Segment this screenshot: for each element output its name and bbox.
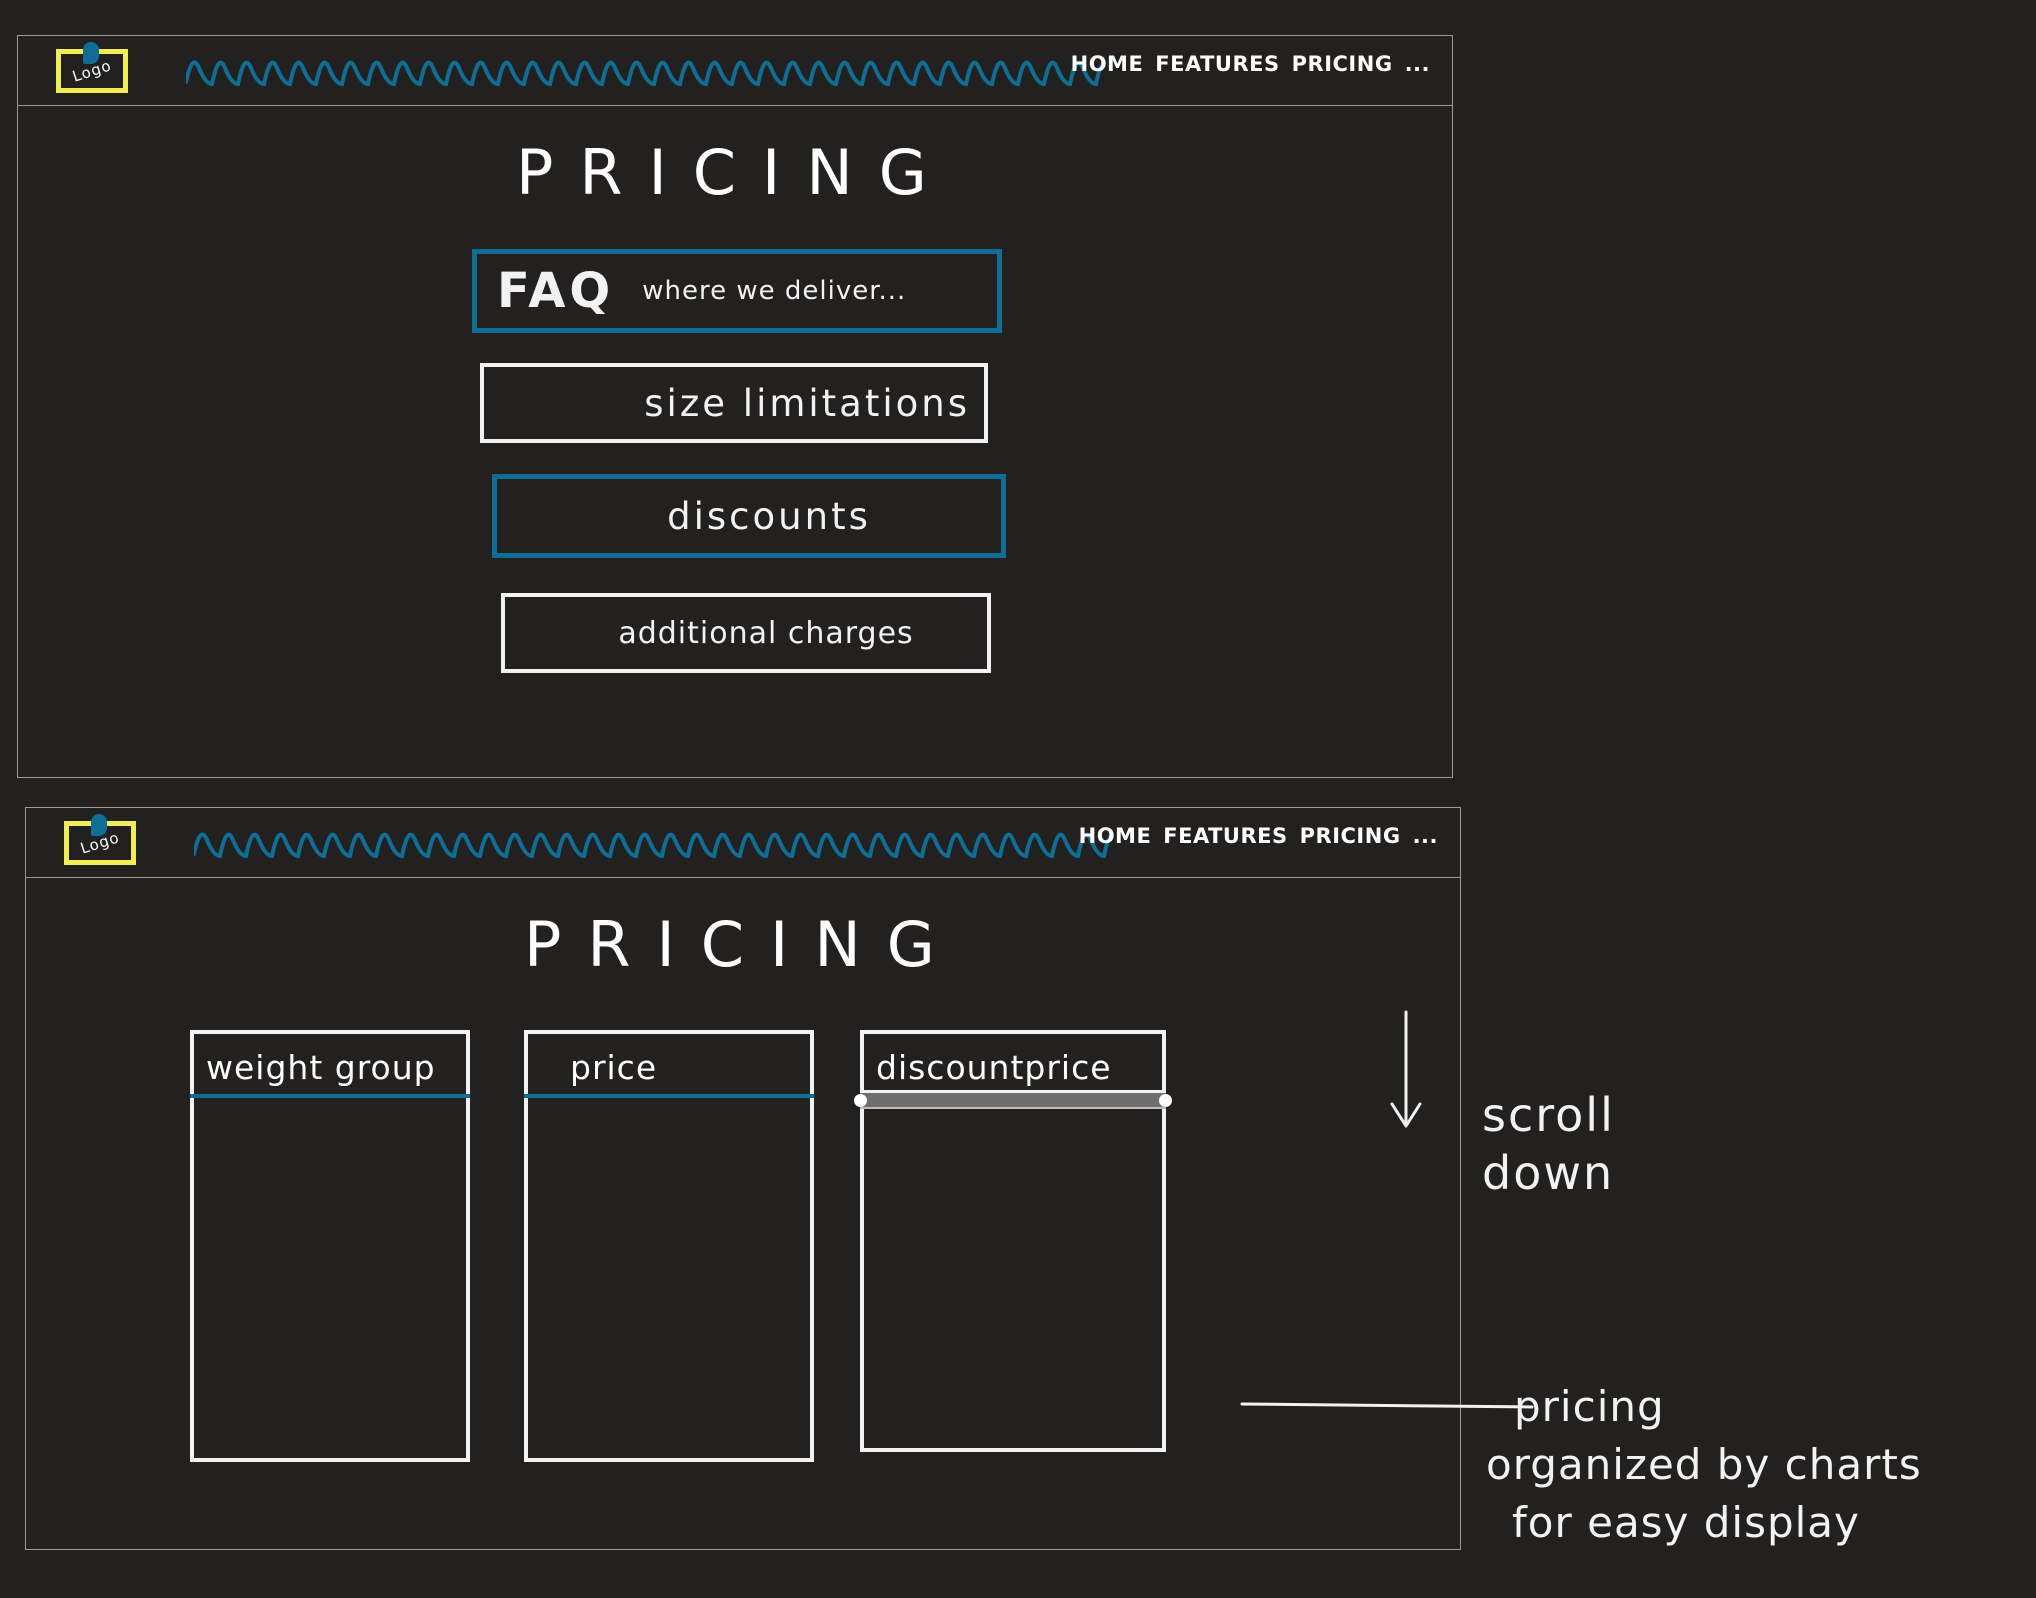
nav-home[interactable]: HOME	[1079, 824, 1152, 848]
column-header: discountprice	[876, 1048, 1112, 1087]
header-divider	[18, 105, 1452, 106]
nav-home[interactable]: HOME	[1071, 52, 1144, 76]
logo-text: Logo	[70, 56, 114, 86]
pricing-note-line: organized by charts	[1486, 1440, 1922, 1489]
logo[interactable]: Logo	[64, 814, 136, 865]
scroll-note-line: down	[1482, 1146, 1615, 1200]
header-rule-selected	[860, 1090, 1166, 1109]
pricing-annotation: pricing organized by charts for easy dis…	[1486, 1378, 1922, 1552]
faq-label: FAQ	[497, 263, 615, 319]
pricing-note-line: pricing	[1514, 1382, 1665, 1431]
logo-text: Logo	[78, 828, 122, 858]
nav-features[interactable]: FEATURES	[1155, 52, 1279, 76]
faq-button[interactable]: FAQ where we deliver...	[472, 249, 1002, 333]
size-limitations-label: size limitations	[644, 381, 970, 425]
nav-pricing[interactable]: PRICING	[1300, 824, 1401, 848]
annotation-pointer-line	[1240, 1402, 1534, 1409]
down-arrow-icon	[1390, 1010, 1422, 1128]
weight-group-column: weight group	[190, 1030, 470, 1462]
nav-pricing[interactable]: PRICING	[1292, 52, 1393, 76]
page-title: PRICING	[516, 136, 953, 209]
top-nav: HOME FEATURES PRICING ...	[1079, 824, 1438, 848]
page-title: PRICING	[524, 908, 961, 981]
additional-charges-button[interactable]: additional charges	[501, 593, 991, 673]
wireframe-faq: Logo HOME FEATURES PRICING ... PRICING F…	[17, 35, 1453, 778]
discount-price-column: discountprice	[854, 1030, 1172, 1452]
additional-charges-label: additional charges	[618, 615, 914, 651]
logo[interactable]: Logo	[56, 42, 128, 93]
column-header: price	[570, 1048, 658, 1087]
discounts-button[interactable]: discounts	[492, 474, 1006, 558]
size-limitations-button[interactable]: size limitations	[480, 363, 988, 443]
resize-handle-left[interactable]	[854, 1094, 867, 1107]
top-nav: HOME FEATURES PRICING ...	[1071, 52, 1430, 76]
header-rule	[190, 1094, 470, 1098]
nav-more[interactable]: ...	[1405, 52, 1430, 76]
scroll-note-line: scroll	[1482, 1088, 1615, 1142]
nav-more[interactable]: ...	[1413, 824, 1438, 848]
column-header: weight group	[206, 1048, 436, 1087]
discounts-label: discounts	[667, 494, 871, 538]
resize-handle-right[interactable]	[1159, 1094, 1172, 1107]
price-column: price	[524, 1030, 814, 1462]
nav-features[interactable]: FEATURES	[1163, 824, 1287, 848]
squiggle-placeholder	[186, 60, 1106, 87]
header-rule	[524, 1094, 814, 1098]
scroll-annotation: scroll down	[1482, 1086, 1615, 1202]
wireframe-pricing-table: Logo HOME FEATURES PRICING ... PRICING w…	[25, 807, 1461, 1550]
header-divider	[26, 877, 1460, 878]
squiggle-placeholder	[194, 832, 1114, 859]
pricing-note-line: for easy display	[1512, 1498, 1860, 1547]
faq-subtext: where we deliver...	[642, 276, 907, 306]
